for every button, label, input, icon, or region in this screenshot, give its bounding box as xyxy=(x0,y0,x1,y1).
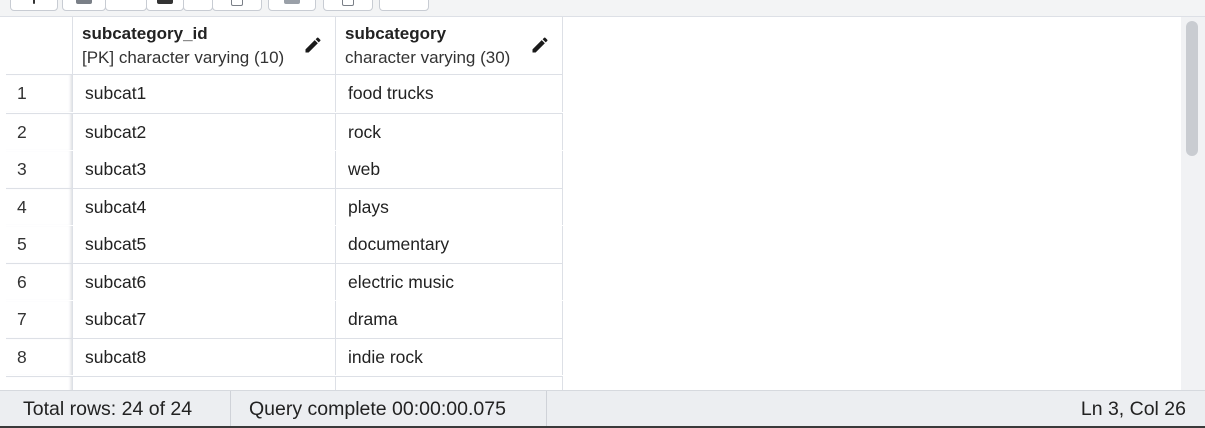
row-number[interactable]: 3 xyxy=(6,151,73,188)
row-number[interactable]: 1 xyxy=(6,75,73,112)
cell-subcategory-id[interactable]: subcat6 xyxy=(73,264,336,300)
table-row[interactable]: 6 subcat6 electric music xyxy=(6,263,563,300)
column-name: subcategory_id xyxy=(82,24,208,43)
cell-subcategory[interactable]: food trucks xyxy=(336,75,563,112)
status-bar: Total rows: 24 of 24 Query complete 00:0… xyxy=(0,390,1205,428)
cell-subcategory[interactable] xyxy=(336,377,563,390)
paste-button[interactable] xyxy=(146,0,184,11)
row-number[interactable]: 5 xyxy=(6,226,73,263)
cell-subcategory-id[interactable]: subcat7 xyxy=(73,301,336,338)
results-toolbar xyxy=(0,0,1205,17)
table-row[interactable]: 3 subcat3 web xyxy=(6,151,563,188)
delete-icon xyxy=(231,0,243,6)
pencil-icon[interactable] xyxy=(303,35,323,55)
cell-subcategory[interactable]: plays xyxy=(336,189,563,225)
table-row[interactable]: 5 subcat5 documentary xyxy=(6,226,563,263)
copy-icon xyxy=(76,0,92,4)
table-row[interactable]: 1 subcat1 food trucks xyxy=(6,75,563,112)
cursor-position: Ln 3, Col 26 xyxy=(1080,398,1186,420)
column-type: character varying (30) xyxy=(345,48,511,67)
filter-icon xyxy=(342,0,354,6)
table-row[interactable]: 7 subcat7 drama xyxy=(6,301,563,338)
save-data-button[interactable] xyxy=(268,0,316,11)
limit-dropdown-button[interactable] xyxy=(379,0,429,11)
row-number[interactable] xyxy=(6,377,73,390)
plus-icon xyxy=(33,0,35,4)
total-rows-status: Total rows: 24 of 24 xyxy=(0,391,231,427)
cell-subcategory[interactable]: drama xyxy=(336,301,563,338)
cell-subcategory[interactable]: electric music xyxy=(336,264,563,300)
select-all-corner[interactable] xyxy=(6,17,73,75)
filter-button[interactable] xyxy=(323,0,373,11)
copy-dropdown-button[interactable] xyxy=(105,0,147,11)
table-row[interactable]: 2 subcat2 rock xyxy=(6,113,563,150)
paste-dropdown-button[interactable] xyxy=(183,0,213,11)
copy-button[interactable] xyxy=(62,0,106,11)
cell-subcategory[interactable]: web xyxy=(336,151,563,188)
row-number[interactable]: 8 xyxy=(6,339,73,375)
cell-subcategory[interactable]: documentary xyxy=(336,226,563,263)
cell-subcategory[interactable]: rock xyxy=(336,114,563,150)
scrollbar-thumb[interactable] xyxy=(1186,21,1198,156)
cell-subcategory-id[interactable]: subcat8 xyxy=(73,339,336,375)
table-row-partial[interactable] xyxy=(6,376,563,390)
row-number[interactable]: 2 xyxy=(6,114,73,150)
vertical-scrollbar[interactable] xyxy=(1181,17,1205,390)
cell-subcategory[interactable]: indie rock xyxy=(336,339,563,375)
row-number[interactable]: 7 xyxy=(6,301,73,338)
row-number[interactable]: 6 xyxy=(6,264,73,300)
delete-button[interactable] xyxy=(212,0,262,11)
cell-subcategory-id[interactable]: subcat1 xyxy=(73,75,336,112)
data-output-grid: subcategory_id [PK] character varying (1… xyxy=(6,17,1180,390)
column-header-subcategory-id[interactable]: subcategory_id [PK] character varying (1… xyxy=(73,17,336,75)
paste-icon xyxy=(157,0,173,4)
pencil-icon[interactable] xyxy=(530,35,550,55)
add-row-button[interactable] xyxy=(10,0,58,11)
table-row[interactable]: 4 subcat4 plays xyxy=(6,188,563,225)
cell-subcategory-id[interactable]: subcat3 xyxy=(73,151,336,188)
cell-subcategory-id[interactable] xyxy=(73,377,336,390)
column-type: [PK] character varying (10) xyxy=(82,48,285,67)
column-header-subcategory[interactable]: subcategory character varying (30) xyxy=(336,17,563,75)
cell-subcategory-id[interactable]: subcat5 xyxy=(73,226,336,263)
cell-subcategory-id[interactable]: subcat2 xyxy=(73,114,336,150)
table-row[interactable]: 8 subcat8 indie rock xyxy=(6,338,563,375)
save-icon xyxy=(284,0,300,4)
row-number[interactable]: 4 xyxy=(6,189,73,225)
cell-subcategory-id[interactable]: subcat4 xyxy=(73,189,336,225)
column-name: subcategory xyxy=(345,24,447,43)
query-status: Query complete 00:00:00.075 xyxy=(232,391,547,427)
